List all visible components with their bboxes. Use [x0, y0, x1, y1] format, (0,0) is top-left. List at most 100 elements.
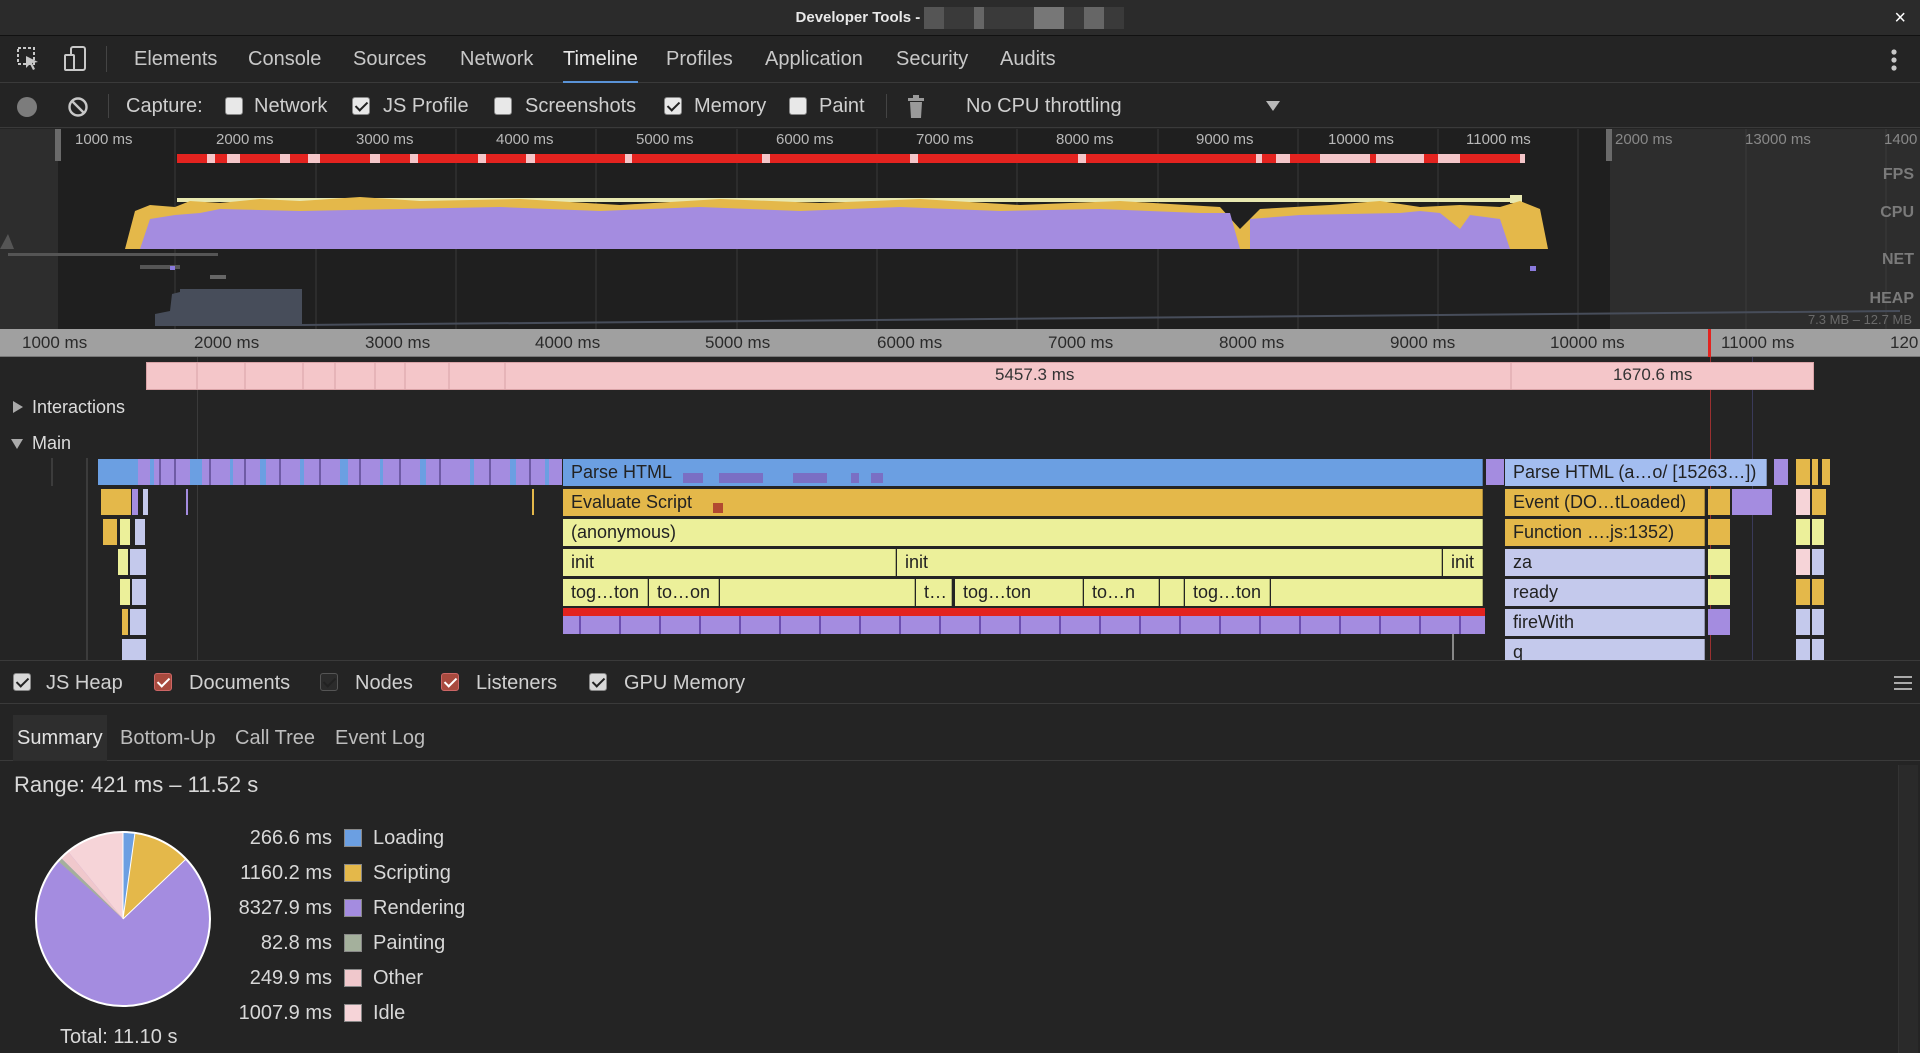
- hamburger-icon[interactable]: [1894, 675, 1912, 691]
- flame-chart[interactable]: Parse HTML Evaluate Script (anonymous) i…: [0, 458, 1920, 660]
- flame-init[interactable]: init: [897, 549, 1442, 576]
- screenshots-checkbox[interactable]: [494, 97, 512, 115]
- cpu-throttling-select[interactable]: No CPU throttling: [966, 84, 1122, 128]
- device-mode-icon[interactable]: [62, 45, 90, 73]
- tab-bottom-up[interactable]: Bottom-Up: [120, 715, 216, 761]
- flame-event-domcontentloaded[interactable]: Event (DO…tLoaded): [1505, 489, 1705, 516]
- ruler-tick: 1000 ms: [22, 333, 88, 352]
- flame-detail: [713, 503, 723, 513]
- overview-tick: 1400: [1884, 131, 1918, 148]
- legend-row-scripting: 1160.2 ms Scripting: [0, 856, 500, 890]
- legend-value: 82.8 ms: [260, 932, 332, 954]
- overview-tick: 5000 ms: [636, 131, 694, 148]
- legend-label: Rendering: [373, 897, 466, 919]
- flame-t[interactable]: t…: [916, 579, 952, 606]
- js-profile-checkbox[interactable]: [352, 97, 370, 115]
- capture-label: Capture:: [126, 95, 203, 117]
- legend-value: 1007.9 ms: [238, 1002, 332, 1024]
- net-label: NET: [1882, 251, 1914, 268]
- tab-call-tree[interactable]: Call Tree: [235, 715, 315, 761]
- flame-init[interactable]: init: [1443, 549, 1483, 576]
- clear-icon[interactable]: [67, 96, 89, 118]
- nodes-checkbox[interactable]: [320, 673, 338, 691]
- chevron-down-icon[interactable]: [1266, 101, 1280, 111]
- tab-timeline[interactable]: Timeline: [563, 36, 638, 83]
- tab-console[interactable]: Console: [248, 36, 321, 83]
- network-checkbox-label: Network: [254, 95, 328, 117]
- garbage-collect-icon[interactable]: [906, 95, 926, 119]
- flame-evaluate-script[interactable]: Evaluate Script: [563, 489, 1483, 516]
- flame-label: to…n: [1092, 582, 1136, 602]
- flame-firewith[interactable]: fireWith: [1505, 609, 1705, 636]
- tab-sources[interactable]: Sources: [353, 36, 426, 83]
- flame-label: tog…ton: [571, 582, 640, 602]
- js-heap-label: JS Heap: [46, 672, 123, 694]
- ruler-tick: 4000 ms: [535, 333, 601, 352]
- flame-tog-ton[interactable]: tog…ton: [955, 579, 1083, 606]
- main-section[interactable]: Main: [0, 428, 1900, 458]
- flame-parse-html[interactable]: Parse HTML: [563, 459, 1483, 486]
- flame-parse-html-2[interactable]: Parse HTML (a…o/ [15263…]): [1505, 459, 1767, 486]
- flame-tog-ton[interactable]: tog…ton: [1185, 579, 1270, 606]
- flame-init[interactable]: init: [563, 549, 896, 576]
- flame-tog-ton[interactable]: tog…ton: [563, 579, 648, 606]
- tab-summary[interactable]: Summary: [13, 715, 107, 761]
- timeline-overview[interactable]: 1000 ms 2000 ms 3000 ms 4000 ms 5000 ms …: [0, 129, 1920, 329]
- tab-network[interactable]: Network: [460, 36, 533, 83]
- flame-q[interactable]: q: [1505, 639, 1705, 660]
- ruler-tick: 10000 ms: [1550, 333, 1625, 352]
- flame-za[interactable]: za: [1505, 549, 1705, 576]
- tab-application[interactable]: Application: [765, 36, 863, 83]
- toolbar-divider-2: [886, 94, 887, 118]
- overview-tick: 7000 ms: [916, 131, 974, 148]
- tab-profiles[interactable]: Profiles: [666, 36, 733, 83]
- close-window-button[interactable]: ×: [1894, 6, 1906, 30]
- record-button[interactable]: [17, 97, 37, 117]
- flame-label: tog…ton: [963, 582, 1032, 602]
- overview-tick: 10000 ms: [1328, 131, 1394, 148]
- memory-checkbox-label: Memory: [694, 95, 767, 117]
- memory-checkbox[interactable]: [664, 97, 682, 115]
- legend-label: Painting: [373, 932, 446, 954]
- network-checkbox[interactable]: [225, 97, 243, 115]
- gpu-memory-checkbox[interactable]: [589, 673, 607, 691]
- tab-security[interactable]: Security: [896, 36, 968, 83]
- tab-elements[interactable]: Elements: [134, 36, 217, 83]
- details-scrollbar[interactable]: [1898, 765, 1918, 1053]
- flame-ready[interactable]: ready: [1505, 579, 1705, 606]
- ruler-tick: 5000 ms: [705, 333, 771, 352]
- window-title: Developer Tools -: [0, 0, 1920, 36]
- flame-segment[interactable]: [1271, 579, 1483, 606]
- flame-segment[interactable]: [1160, 579, 1184, 606]
- flame-function[interactable]: Function ….js:1352): [1505, 519, 1705, 546]
- flame-label: t…: [924, 582, 948, 602]
- flame-segment[interactable]: [720, 579, 915, 606]
- interactions-section[interactable]: Interactions: [0, 392, 1900, 422]
- tab-event-log[interactable]: Event Log: [335, 715, 425, 761]
- js-heap-checkbox[interactable]: [13, 673, 31, 691]
- flame-to-n[interactable]: to…n: [1084, 579, 1159, 606]
- inspect-element-icon[interactable]: [16, 46, 42, 72]
- frames-track[interactable]: 5457.3 ms 1670.6 ms: [146, 362, 1814, 390]
- tab-audits[interactable]: Audits: [1000, 36, 1056, 83]
- ruler-tick: 8000 ms: [1219, 333, 1285, 352]
- flame-anonymous[interactable]: (anonymous): [563, 519, 1483, 546]
- flame-label: ready: [1513, 582, 1559, 602]
- screenshots-checkbox-label: Screenshots: [525, 95, 637, 117]
- ruler-tick: 7000 ms: [1048, 333, 1114, 352]
- legend-swatch-other: [344, 969, 362, 987]
- listeners-checkbox[interactable]: [441, 673, 459, 691]
- more-options-icon[interactable]: [1882, 46, 1906, 74]
- documents-checkbox[interactable]: [154, 673, 172, 691]
- flame-label: Parse HTML (a…o/ [15263…]): [1513, 462, 1757, 482]
- memory-counters-bar: JS Heap Documents Nodes Listeners GPU Me…: [0, 660, 1920, 704]
- ruler-tick: 6000 ms: [877, 333, 943, 352]
- flame-label: Evaluate Script: [571, 492, 693, 512]
- flame-to-on[interactable]: to…on: [649, 579, 719, 606]
- flame-label: (anonymous): [571, 522, 677, 542]
- frame-dividers: [196, 363, 1512, 389]
- triangle-down-icon: [11, 439, 23, 449]
- paint-checkbox[interactable]: [789, 97, 807, 115]
- heap-range-label: 7.3 MB – 12.7 MB: [1807, 312, 1912, 327]
- legend-value: 1160.2 ms: [240, 862, 332, 884]
